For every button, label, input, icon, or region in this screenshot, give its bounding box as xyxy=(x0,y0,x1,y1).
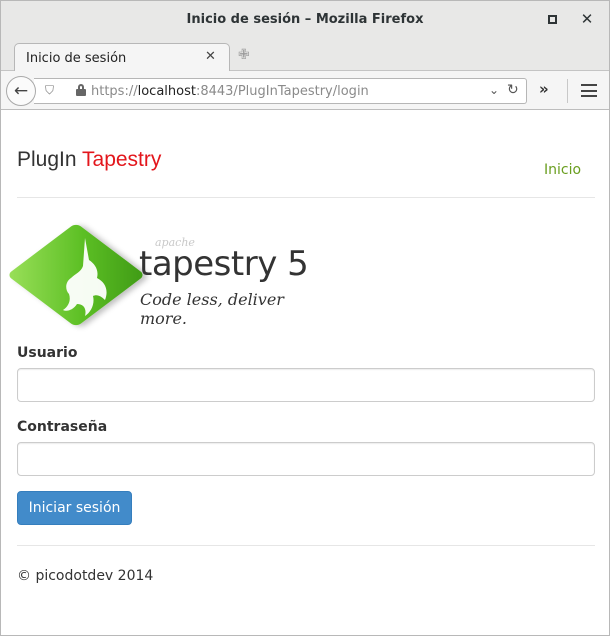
window-close-icon[interactable]: ✕ xyxy=(579,10,595,28)
lock-icon[interactable] xyxy=(76,84,86,96)
back-arrow-icon: ← xyxy=(13,81,29,101)
browser-window: Inicio de sesión – Mozilla Firefox ✕ Ini… xyxy=(0,0,610,636)
password-label: Contraseña xyxy=(17,419,108,435)
username-input[interactable] xyxy=(17,368,595,402)
login-button[interactable]: Iniciar sesión xyxy=(17,491,132,525)
shield-icon[interactable]: ⛉ xyxy=(45,83,54,98)
footer-divider xyxy=(17,545,595,546)
brand-part1: PlugIn xyxy=(17,148,77,171)
url-bar[interactable]: ⛉ https://localhost:8443/PlugInTapestry/… xyxy=(34,78,527,104)
tab-close-icon[interactable]: ✕ xyxy=(205,49,216,64)
brand-part2: Tapestry xyxy=(82,148,162,171)
footer-text: © picodotdev 2014 xyxy=(17,568,154,584)
brand-title[interactable]: PlugIn Tapestry xyxy=(17,148,161,172)
dropdown-icon[interactable]: ⌄ xyxy=(489,83,499,97)
logo-tagline: Code less, deliver more. xyxy=(140,290,284,328)
logo-name: tapestry 5 xyxy=(139,244,309,284)
tab-strip: Inicio de sesión ✕ ✙ xyxy=(1,39,609,72)
hamburger-menu-icon[interactable] xyxy=(581,84,597,97)
back-button[interactable]: ← xyxy=(6,76,36,106)
reload-icon[interactable]: ↻ xyxy=(507,82,519,98)
password-input[interactable] xyxy=(17,442,595,476)
navigation-bar: ⛉ https://localhost:8443/PlugInTapestry/… xyxy=(1,71,609,110)
overflow-icon[interactable]: » xyxy=(539,80,549,98)
new-tab-icon[interactable]: ✙ xyxy=(238,47,250,63)
tab-label: Inicio de sesión xyxy=(26,51,127,66)
url-text[interactable]: https://localhost:8443/PlugInTapestry/lo… xyxy=(91,84,369,99)
header-divider xyxy=(17,197,595,198)
toolbar-separator xyxy=(567,79,568,103)
tapestry-logo: apache tapestry 5 Code less, deliver mor… xyxy=(6,222,319,340)
title-bar: Inicio de sesión – Mozilla Firefox ✕ xyxy=(1,1,609,39)
username-label: Usuario xyxy=(17,345,78,361)
nav-link-inicio[interactable]: Inicio xyxy=(544,162,581,178)
page-content: PlugIn Tapestry Inicio apache tapestry 5… xyxy=(1,110,609,635)
tab-login[interactable]: Inicio de sesión ✕ xyxy=(14,43,230,72)
window-title: Inicio de sesión – Mozilla Firefox xyxy=(186,12,424,27)
maximize-icon[interactable] xyxy=(544,11,560,27)
unicorn-icon xyxy=(63,238,107,316)
